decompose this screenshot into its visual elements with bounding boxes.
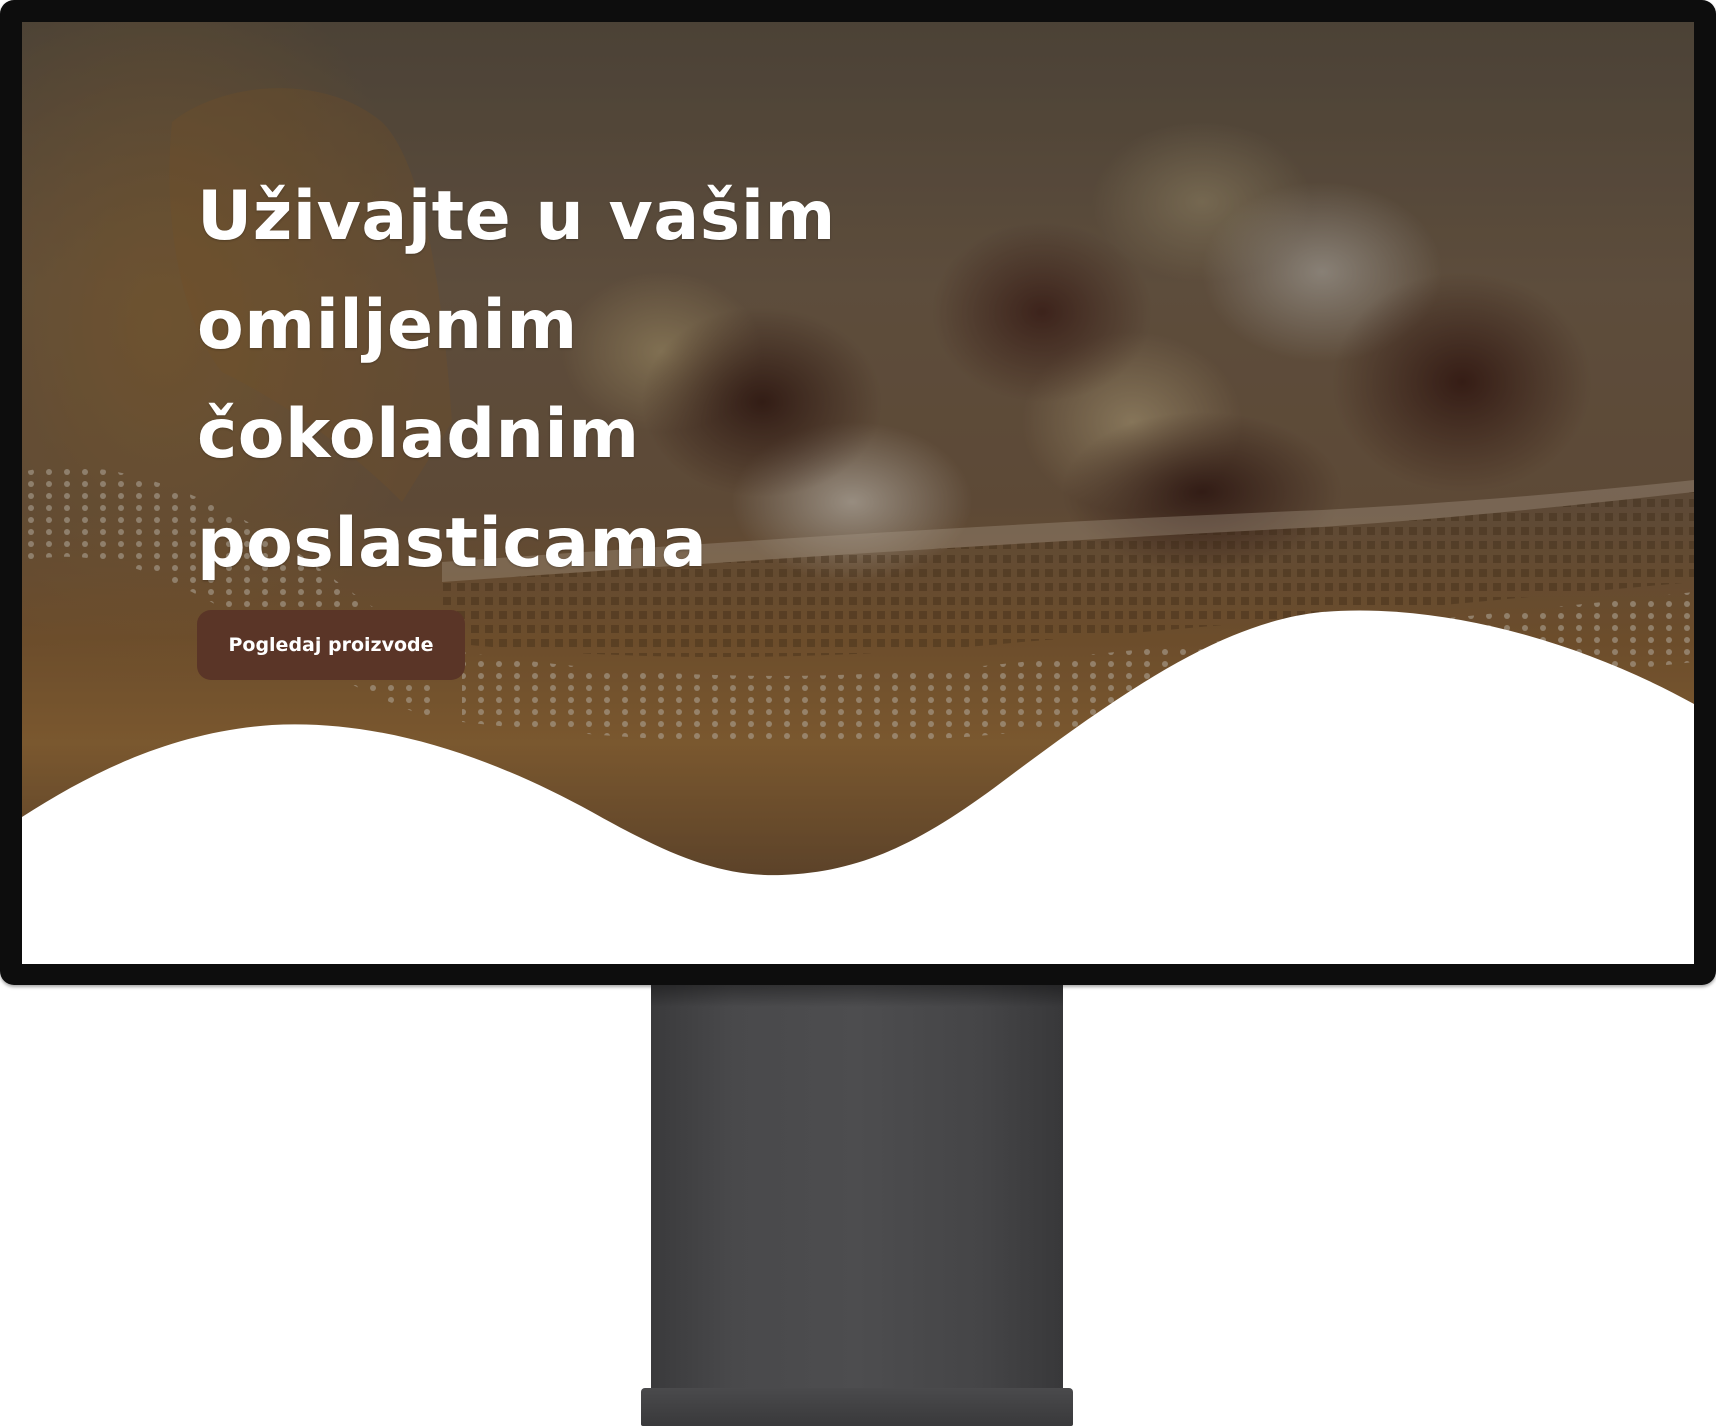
hero-title-line: čokoladnim xyxy=(197,395,640,474)
display-mockup: Uživajte u vašim omiljenim čokoladnim po… xyxy=(0,0,1716,1426)
hero-title-line: omiljenim xyxy=(197,286,578,365)
website-screen: Uživajte u vašim omiljenim čokoladnim po… xyxy=(22,22,1694,964)
hero-title-line: Uživajte u vašim xyxy=(197,177,836,256)
monitor-stand-foot xyxy=(641,1388,1073,1426)
hero-title: Uživajte u vašim omiljenim čokoladnim po… xyxy=(197,162,957,598)
monitor-stand-neck xyxy=(651,985,1063,1395)
hero-content: Uživajte u vašim omiljenim čokoladnim po… xyxy=(197,162,957,598)
monitor-bezel: Uživajte u vašim omiljenim čokoladnim po… xyxy=(0,0,1716,985)
stand-shadow xyxy=(651,985,1063,1007)
hero-title-line: poslasticama xyxy=(197,504,708,583)
view-products-button[interactable]: Pogledaj proizvode xyxy=(197,610,465,680)
